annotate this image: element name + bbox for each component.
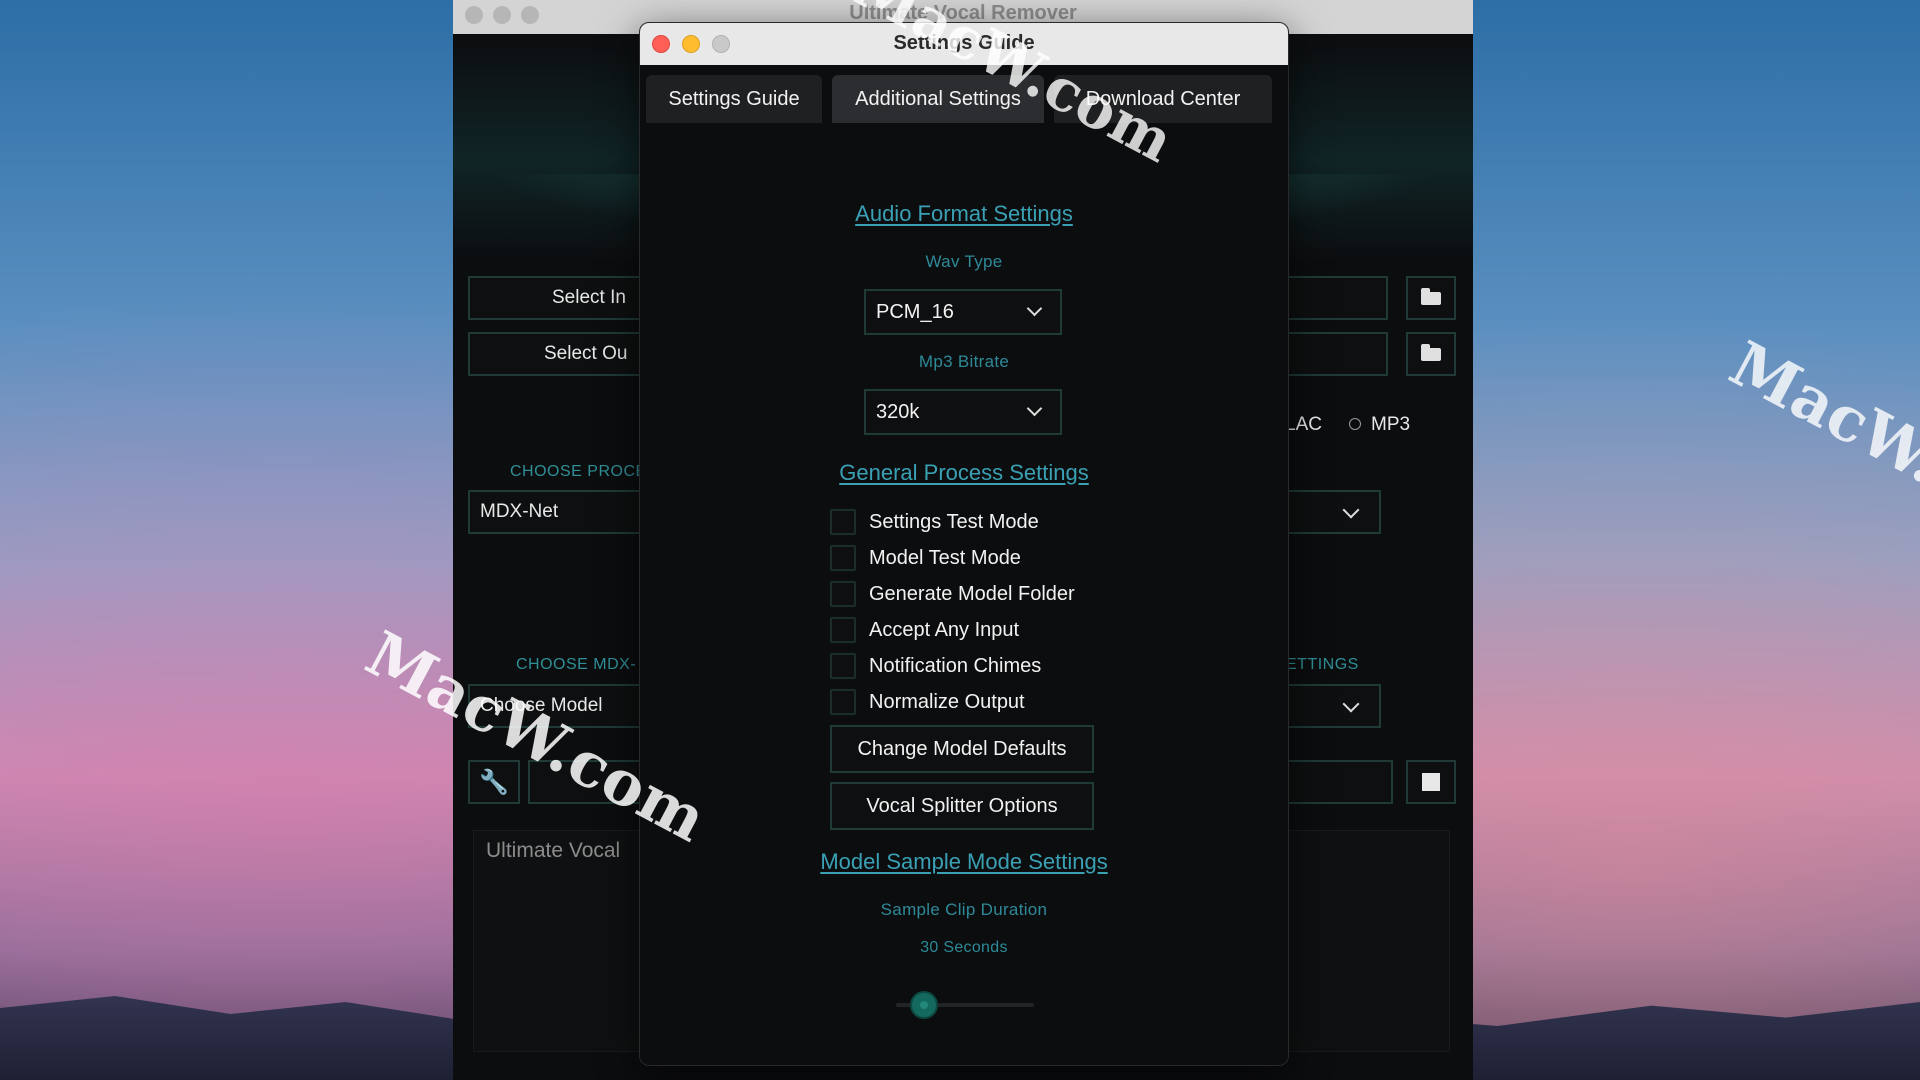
format-radio-mp3[interactable]	[1349, 418, 1361, 430]
choose-model-label: CHOOSE MDX-	[516, 656, 637, 673]
format-option-flac[interactable]: LAC	[1285, 414, 1322, 436]
generate-model-folder-checkbox[interactable]	[830, 581, 856, 607]
sample-clip-duration-label: Sample Clip Duration	[880, 900, 1048, 919]
model-test-mode-option[interactable]: Model Test Mode	[830, 543, 1021, 573]
tab-download-center[interactable]: Download Center	[1054, 75, 1272, 123]
model-test-mode-checkbox[interactable]	[830, 545, 856, 571]
chevron-down-icon	[1026, 300, 1043, 317]
dialog-titlebar: Settings Guide	[640, 23, 1288, 66]
choose-process-label: CHOOSE PROCE	[510, 463, 647, 480]
settings-test-mode-checkbox[interactable]	[830, 509, 856, 535]
stop-button[interactable]	[1406, 760, 1456, 804]
select-output-label: Select Ou	[544, 343, 628, 364]
normalize-output-option[interactable]: Normalize Output	[830, 687, 1025, 717]
mp3-bitrate-select[interactable]: 320k	[864, 389, 1062, 435]
input-folder-button[interactable]	[1406, 276, 1456, 320]
general-process-settings-title[interactable]: General Process Settings	[640, 460, 1288, 486]
process-method-value: MDX-Net	[480, 501, 559, 522]
progress-field-right	[1285, 760, 1393, 804]
change-model-defaults-button[interactable]: Change Model Defaults	[830, 725, 1094, 773]
slider-thumb[interactable]	[909, 991, 938, 1019]
select-input-button[interactable]: Select In	[468, 276, 653, 320]
accept-any-input-option[interactable]: Accept Any Input	[830, 615, 1019, 645]
folder-open-icon	[1421, 343, 1441, 361]
dialog-tabbar: Settings Guide Additional Settings Downl…	[640, 65, 1288, 123]
sample-clip-duration-value: 30 Seconds	[920, 939, 1008, 956]
output-folder-button[interactable]	[1406, 332, 1456, 376]
wav-type-select[interactable]: PCM_16	[864, 289, 1062, 335]
select-output-button[interactable]: Select Ou	[468, 332, 653, 376]
chevron-down-icon	[1342, 501, 1360, 519]
chevron-down-icon	[1026, 400, 1043, 417]
wav-type-value: PCM_16	[876, 300, 954, 323]
model-select-value: Choose Model	[480, 695, 603, 716]
dialog-title: Settings Guide	[893, 32, 1035, 54]
model-select[interactable]: Choose Model	[468, 684, 653, 728]
wav-type-label: Wav Type	[925, 252, 1003, 271]
select-input-label: Select In	[552, 287, 626, 308]
stop-icon	[1422, 773, 1440, 791]
notification-chimes-option[interactable]: Notification Chimes	[830, 651, 1041, 681]
settings-test-mode-option[interactable]: Settings Test Mode	[830, 507, 1039, 537]
tab-settings-guide[interactable]: Settings Guide	[646, 75, 822, 123]
mp3-bitrate-label: Mp3 Bitrate	[918, 352, 1010, 371]
process-method-select[interactable]: MDX-Net	[468, 490, 653, 534]
format-option-mp3[interactable]: MP3	[1371, 414, 1410, 436]
input-path-field[interactable]	[1285, 276, 1388, 320]
settings-wrench-button[interactable]: 🔧	[468, 760, 520, 804]
model-settings-select[interactable]	[1285, 684, 1381, 728]
generate-model-folder-label: Generate Model Folder	[869, 582, 1075, 605]
settings-test-mode-label: Settings Test Mode	[869, 510, 1039, 533]
additional-settings-panel: Audio Format Settings Wav Type PCM_16 Mp…	[640, 123, 1288, 1065]
sample-clip-duration-slider[interactable]	[896, 991, 1034, 1019]
console-text: Ultimate Vocal	[486, 839, 621, 862]
model-test-mode-label: Model Test Mode	[869, 546, 1021, 569]
process-right-select[interactable]	[1285, 490, 1381, 534]
wrench-icon: 🔧	[479, 768, 509, 796]
normalize-output-checkbox[interactable]	[830, 689, 856, 715]
mp3-bitrate-value: 320k	[876, 400, 920, 423]
tab-additional-settings[interactable]: Additional Settings	[832, 75, 1044, 123]
model-sample-mode-settings-title[interactable]: Model Sample Mode Settings	[640, 849, 1288, 875]
accept-any-input-checkbox[interactable]	[830, 617, 856, 643]
generate-model-folder-option[interactable]: Generate Model Folder	[830, 579, 1075, 609]
vocal-splitter-options-button[interactable]: Vocal Splitter Options	[830, 782, 1094, 830]
notification-chimes-checkbox[interactable]	[830, 653, 856, 679]
model-settings-label: ETTINGS	[1286, 656, 1359, 673]
progress-field	[528, 760, 653, 804]
settings-guide-dialog: Settings Guide Settings Guide Additional…	[639, 22, 1289, 1066]
audio-format-settings-title[interactable]: Audio Format Settings	[640, 201, 1288, 227]
normalize-output-label: Normalize Output	[869, 690, 1025, 713]
notification-chimes-label: Notification Chimes	[869, 654, 1042, 677]
accept-any-input-label: Accept Any Input	[869, 618, 1020, 641]
folder-open-icon	[1421, 287, 1441, 305]
output-path-field[interactable]	[1285, 332, 1388, 376]
chevron-down-icon	[1342, 695, 1360, 713]
